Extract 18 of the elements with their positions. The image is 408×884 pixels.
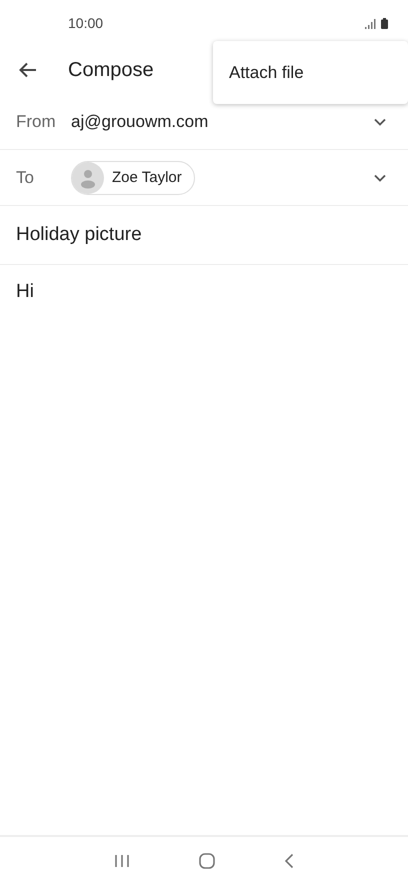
message-body-field[interactable]: Hi bbox=[16, 281, 34, 302]
back-icon[interactable] bbox=[284, 852, 294, 868]
subject-field[interactable]: Holiday picture bbox=[16, 224, 142, 246]
back-arrow-icon bbox=[19, 62, 37, 78]
to-label: To bbox=[16, 168, 35, 188]
signal-icon bbox=[365, 18, 376, 28]
chevron-down-icon[interactable] bbox=[374, 174, 386, 182]
chevron-down-icon[interactable] bbox=[374, 118, 386, 126]
battery-icon bbox=[381, 18, 388, 28]
recent-apps-icon[interactable] bbox=[114, 854, 130, 868]
screen-title: Compose bbox=[68, 58, 154, 82]
avatar-icon bbox=[72, 162, 104, 194]
recipient-chip[interactable]: Zoe Taylor bbox=[71, 160, 195, 194]
from-label: From bbox=[16, 112, 57, 132]
from-field[interactable]: aj@grouowm.com bbox=[71, 112, 374, 132]
menu-item[interactable]: Attach file bbox=[213, 41, 408, 104]
status-time: 10:00 bbox=[68, 15, 104, 31]
home-icon[interactable] bbox=[198, 852, 215, 868]
